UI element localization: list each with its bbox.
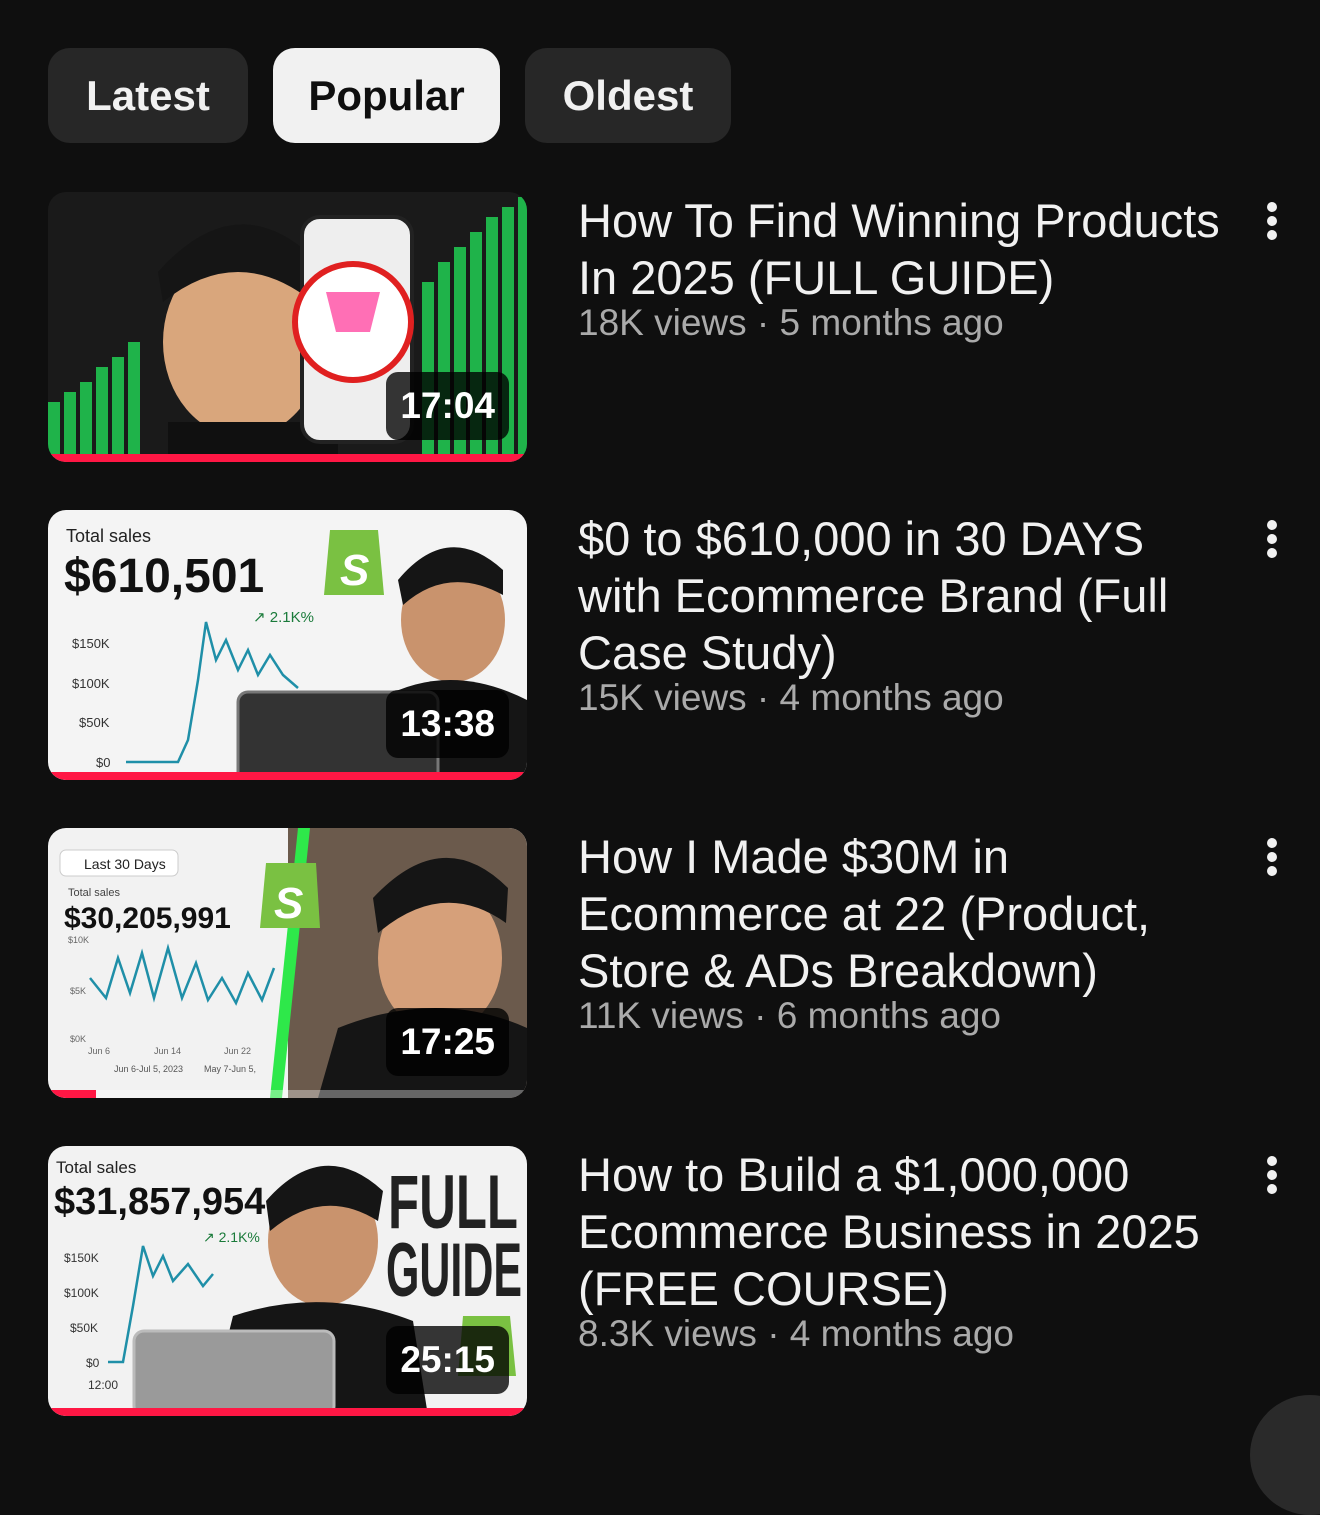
svg-text:$30,205,991: $30,205,991 — [64, 902, 231, 935]
svg-text:$0: $0 — [96, 755, 110, 770]
svg-text:Jun 6-Jul 5, 2023: Jun 6-Jul 5, 2023 — [114, 1064, 183, 1074]
video-item[interactable]: Total sales $31,857,954 ↗ 2.1K% $150K $1… — [48, 1146, 1320, 1416]
video-info[interactable]: How I Made $30M in Ecommerce at 22 (Prod… — [578, 828, 1228, 1037]
video-item[interactable]: Total sales $610,501 ↗ 2.1K% $150K $100K… — [48, 510, 1320, 780]
video-item[interactable]: 17:04 How To Find Winning Products In 20… — [48, 192, 1320, 462]
svg-text:Jun 22: Jun 22 — [224, 1046, 251, 1056]
more-options-icon[interactable] — [1254, 198, 1290, 244]
video-thumbnail[interactable]: 17:04 — [48, 192, 527, 462]
video-meta: 11K views · 6 months ago — [578, 995, 1001, 1036]
video-meta: 18K views · 5 months ago — [578, 302, 1004, 343]
video-meta: 15K views · 4 months ago — [578, 677, 1004, 718]
svg-text:$100K: $100K — [72, 676, 110, 691]
video-thumbnail[interactable]: Total sales $31,857,954 ↗ 2.1K% $150K $1… — [48, 1146, 527, 1416]
svg-text:12:00: 12:00 — [88, 1378, 118, 1392]
watch-progress — [48, 1408, 527, 1416]
video-info[interactable]: How To Find Winning Products In 2025 (FU… — [578, 192, 1228, 344]
svg-text:Total sales: Total sales — [56, 1158, 136, 1177]
svg-text:Total sales: Total sales — [66, 526, 151, 546]
svg-text:$150K: $150K — [72, 636, 110, 651]
video-meta: 8.3K views · 4 months ago — [578, 1313, 1014, 1354]
svg-text:$50K: $50K — [70, 1321, 98, 1335]
video-item[interactable]: Last 30 Days Total sales $30,205,991 $10… — [48, 828, 1320, 1098]
svg-text:S: S — [274, 879, 303, 928]
video-title[interactable]: How I Made $30M in Ecommerce at 22 (Prod… — [578, 828, 1228, 999]
watch-progress — [48, 772, 527, 780]
video-info[interactable]: How to Build a $1,000,000 Ecommerce Busi… — [578, 1146, 1228, 1355]
chip-latest[interactable]: Latest — [48, 48, 248, 143]
watch-progress — [48, 454, 527, 462]
duration-badge: 17:04 — [386, 372, 509, 440]
duration-badge: 17:25 — [386, 1008, 509, 1076]
svg-text:$150K: $150K — [64, 1251, 99, 1265]
svg-text:↗ 2.1K%: ↗ 2.1K% — [253, 609, 314, 626]
svg-text:GUIDE: GUIDE — [386, 1228, 522, 1313]
sort-chips: Latest Popular Oldest — [48, 48, 731, 143]
svg-text:S: S — [340, 546, 369, 595]
svg-text:Total sales: Total sales — [68, 887, 120, 899]
duration-badge: 13:38 — [386, 690, 509, 758]
video-title[interactable]: How To Find Winning Products In 2025 (FU… — [578, 192, 1228, 306]
watch-progress — [48, 1090, 96, 1098]
svg-text:Jun 6: Jun 6 — [88, 1046, 110, 1056]
svg-text:$5K: $5K — [70, 986, 86, 996]
more-options-icon[interactable] — [1254, 1152, 1290, 1198]
video-title[interactable]: $0 to $610,000 in 30 DAYS with Ecommerce… — [578, 510, 1228, 681]
svg-text:Jun 14: Jun 14 — [154, 1046, 181, 1056]
svg-text:$610,501: $610,501 — [64, 550, 264, 603]
more-options-icon[interactable] — [1254, 834, 1290, 880]
svg-text:$0: $0 — [86, 1356, 100, 1370]
watch-progress-track — [48, 1090, 527, 1098]
svg-text:$10K: $10K — [68, 935, 89, 945]
svg-text:$100K: $100K — [64, 1286, 99, 1300]
video-info[interactable]: $0 to $610,000 in 30 DAYS with Ecommerce… — [578, 510, 1228, 719]
svg-text:$31,857,954: $31,857,954 — [54, 1181, 265, 1223]
svg-text:$0K: $0K — [70, 1034, 86, 1044]
svg-text:$50K: $50K — [79, 715, 110, 730]
svg-text:Last 30 Days: Last 30 Days — [84, 856, 166, 872]
chip-oldest[interactable]: Oldest — [525, 48, 731, 143]
more-options-icon[interactable] — [1254, 516, 1290, 562]
video-title[interactable]: How to Build a $1,000,000 Ecommerce Busi… — [578, 1146, 1228, 1317]
chip-popular[interactable]: Popular — [273, 48, 500, 143]
video-thumbnail[interactable]: Total sales $610,501 ↗ 2.1K% $150K $100K… — [48, 510, 527, 780]
video-thumbnail[interactable]: Last 30 Days Total sales $30,205,991 $10… — [48, 828, 527, 1098]
duration-badge: 25:15 — [386, 1326, 509, 1394]
svg-text:↗ 2.1K%: ↗ 2.1K% — [203, 1229, 260, 1245]
svg-text:May 7-Jun 5,: May 7-Jun 5, — [204, 1064, 256, 1074]
